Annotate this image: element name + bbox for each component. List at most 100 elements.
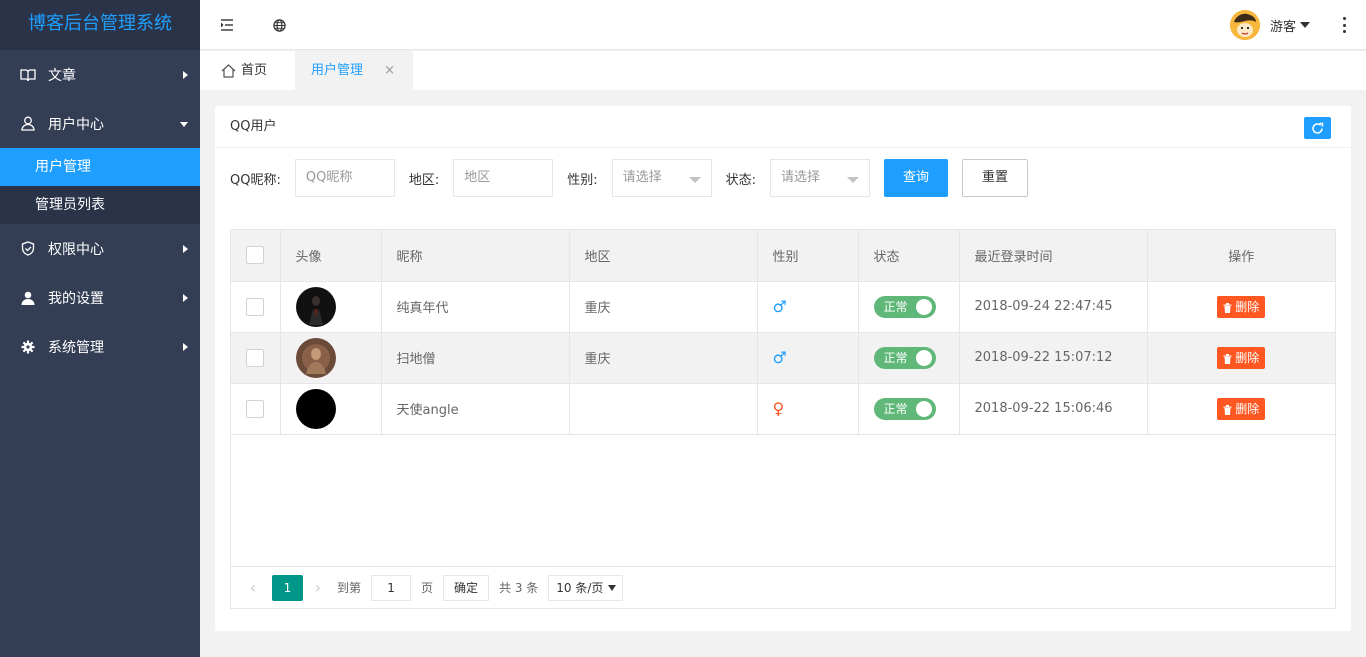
book-icon [20, 67, 36, 83]
sidebar-item-permission-center[interactable]: 权限中心 [0, 224, 200, 273]
column-header: 性别 [757, 230, 859, 282]
column-header: 最近登录时间 [959, 230, 1148, 282]
user-menu[interactable]: 游客 [1229, 10, 1310, 40]
delete-button[interactable]: 删除 [1217, 346, 1266, 369]
tab-bar: 首页 用户管理 × [200, 51, 1366, 90]
status-cell: 正常 [858, 332, 960, 384]
male-icon: ♂ [772, 348, 787, 367]
delete-button[interactable]: 删除 [1217, 295, 1266, 318]
row-select-cell [231, 332, 281, 384]
gender-select[interactable]: 请选择 [611, 159, 712, 197]
sidebar-item-label: 用户中心 [48, 116, 104, 133]
sidebar-item-system-management[interactable]: 系统管理 [0, 322, 200, 371]
prev-page-button[interactable]: ‹ [246, 578, 260, 597]
status-toggle[interactable]: 正常 [873, 397, 936, 420]
page-size-select[interactable]: 10 条/页 [548, 574, 624, 601]
status-text: 正常 [883, 402, 908, 416]
nickname-cell: 纯真年代 [381, 281, 570, 333]
shield-icon [20, 241, 36, 257]
sidebar-item-my-settings[interactable]: 我的设置 [0, 273, 200, 322]
column-header: 操作 [1147, 230, 1335, 282]
close-icon[interactable]: × [384, 51, 395, 90]
login-time-cell: 2018-09-22 15:07:12 [959, 332, 1148, 384]
status-text: 正常 [883, 351, 908, 365]
chevron-right-icon [183, 70, 188, 79]
nickname-input[interactable]: QQ昵称 [294, 159, 395, 197]
avatar-cell [280, 332, 382, 384]
username: 游客 [1269, 19, 1296, 35]
delete-label: 删除 [1235, 351, 1260, 365]
next-page-button[interactable]: › [311, 578, 325, 597]
reset-button[interactable]: 重置 [962, 159, 1029, 197]
avatar [295, 388, 336, 429]
female-icon: ♀ [772, 399, 785, 418]
sidebar-item-label: 权限中心 [48, 241, 104, 258]
chevron-down-icon [180, 121, 188, 127]
row-checkbox[interactable] [246, 297, 264, 316]
sidebar-item-label: 我的设置 [48, 290, 104, 307]
sidebar-item-user-center[interactable]: 用户中心 [0, 99, 200, 148]
status-toggle[interactable]: 正常 [873, 346, 936, 369]
select-all-checkbox[interactable] [246, 246, 264, 265]
menu-collapse-icon[interactable] [218, 16, 236, 34]
row-checkbox[interactable] [246, 399, 264, 418]
query-button[interactable]: 查询 [884, 159, 949, 197]
column-header: 昵称 [381, 230, 570, 282]
action-cell: 删除 [1147, 332, 1335, 384]
avatar [295, 286, 336, 327]
globe-icon[interactable] [270, 16, 288, 34]
tab-user-management[interactable]: 用户管理 × [295, 51, 413, 90]
action-cell: 删除 [1147, 281, 1335, 333]
column-header: 地区 [569, 230, 758, 282]
region-cell: 重庆 [569, 281, 758, 333]
table-row: 天使angle ♀ 正常 2018-09-22 15:06:46 删除 [231, 383, 1335, 435]
row-checkbox[interactable] [246, 348, 264, 367]
chevron-right-icon [183, 244, 188, 253]
sidebar: 博客后台管理系统 文章 用户中心 用户管理 管理员列表 权限中心 我的设置 系统… [0, 0, 200, 657]
card-header: QQ用户 [215, 106, 1351, 148]
status-select[interactable]: 请选择 [770, 159, 871, 197]
table-header-row: 头像 昵称 地区 性别 状态 最近登录时间 操作 [231, 230, 1335, 282]
top-header: 游客 [200, 0, 1366, 50]
sidebar-subitem-user-management[interactable]: 用户管理 [0, 148, 200, 186]
region-input[interactable]: 地区 [453, 159, 554, 197]
gender-label: 性别: [567, 172, 598, 188]
row-select-cell [231, 281, 281, 333]
tab-home[interactable]: 首页 [221, 51, 267, 90]
chevron-right-icon [183, 342, 188, 351]
chevron-right-icon [183, 293, 188, 302]
page-number-input[interactable]: 1 [371, 574, 412, 601]
nickname-cell: 扫地僧 [381, 332, 570, 384]
dropdown-arrow-icon [847, 177, 860, 183]
delete-button[interactable]: 删除 [1217, 397, 1266, 420]
trash-icon [1223, 353, 1232, 364]
more-vertical-icon[interactable] [1342, 17, 1346, 33]
status-cell: 正常 [858, 281, 960, 333]
status-toggle[interactable]: 正常 [873, 295, 936, 318]
avatar-cell [280, 281, 382, 333]
search-form: QQ昵称: QQ昵称 地区: 地区 性别: 请选择 状态: 请选择 查询 重置 [230, 159, 1029, 197]
sidebar-item-articles[interactable]: 文章 [0, 50, 200, 99]
current-page[interactable]: 1 [272, 574, 303, 601]
qq-users-card: QQ用户 QQ昵称: QQ昵称 地区: 地区 性别: 请选择 状态: 请选择 查… [215, 106, 1351, 631]
sidebar-item-label: 系统管理 [48, 339, 104, 356]
login-time-cell: 2018-09-24 22:47:45 [959, 281, 1148, 333]
sidebar-submenu: 用户管理 管理员列表 [0, 148, 200, 224]
caret-down-icon [1300, 22, 1310, 28]
avatar-cell [280, 383, 382, 435]
app-logo: 博客后台管理系统 [0, 0, 200, 50]
dropdown-arrow-icon [688, 177, 701, 183]
gender-select-value: 请选择 [622, 170, 662, 185]
goto-label: 到第 [337, 581, 362, 595]
row-select-cell [231, 383, 281, 435]
confirm-page-button[interactable]: 确定 [443, 574, 490, 601]
sidebar-subitem-admin-list[interactable]: 管理员列表 [0, 186, 200, 224]
region-label: 地区: [408, 172, 440, 188]
gear-icon [20, 339, 36, 355]
refresh-button[interactable] [1304, 117, 1331, 139]
region-cell [569, 383, 758, 435]
gender-cell: ♂ [757, 332, 859, 384]
status-cell: 正常 [858, 383, 960, 435]
tab-label: 用户管理 [311, 63, 364, 78]
delete-label: 删除 [1235, 300, 1260, 314]
